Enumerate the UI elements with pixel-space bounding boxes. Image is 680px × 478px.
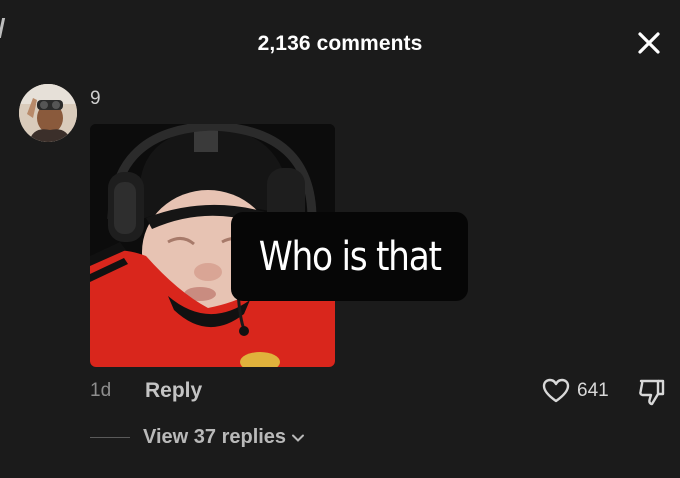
comment-username[interactable]: 9 xyxy=(90,88,101,110)
avatar[interactable] xyxy=(19,84,77,142)
dislike-button[interactable] xyxy=(636,376,668,408)
sticker-text: Who is that xyxy=(258,233,442,280)
avatar-image xyxy=(19,84,77,142)
close-button[interactable] xyxy=(632,26,666,60)
text-sticker: Who is that xyxy=(231,212,468,301)
view-replies-label: View 37 replies xyxy=(143,426,287,448)
view-replies-button[interactable]: View 37 replies xyxy=(143,426,305,449)
comment-timestamp: 1d xyxy=(90,380,112,401)
thumbs-down-icon xyxy=(639,379,665,406)
like-count: 641 xyxy=(577,380,609,401)
close-icon xyxy=(638,32,660,54)
replies-divider xyxy=(90,437,130,438)
chevron-down-icon xyxy=(291,431,305,445)
heart-outline-icon xyxy=(542,378,570,403)
comments-count-title: 2,136 comments xyxy=(257,32,423,55)
reply-button[interactable]: Reply xyxy=(145,379,202,403)
like-button[interactable] xyxy=(541,376,571,406)
